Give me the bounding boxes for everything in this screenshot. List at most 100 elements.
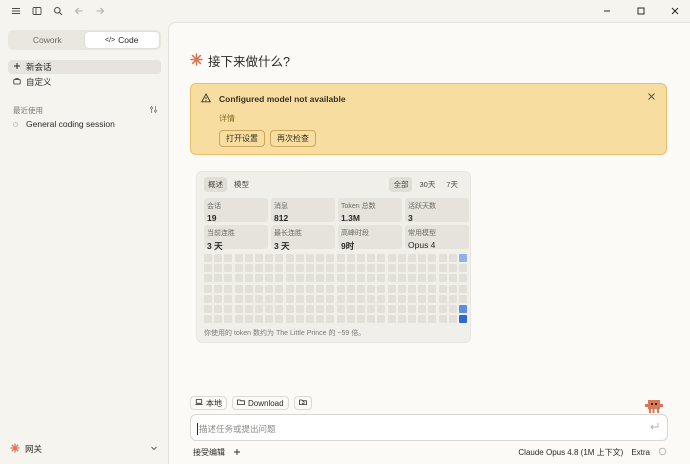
heatmap-cell — [438, 254, 447, 262]
tab-models[interactable]: 模型 — [230, 177, 253, 192]
stat-card-messages: 消息 812 — [271, 198, 335, 223]
heatmap-cell — [336, 264, 345, 273]
briefcase-icon — [13, 77, 21, 87]
tab-overview[interactable]: 概述 — [204, 177, 227, 192]
folder-chip[interactable]: Download — [232, 396, 289, 410]
heatmap-cell — [244, 264, 253, 273]
menu-icon[interactable] — [9, 4, 23, 18]
heatmap-cell — [346, 294, 355, 303]
heatmap-cell — [357, 264, 365, 273]
stat-value: Opus 4 — [408, 240, 436, 250]
heatmap-cell — [336, 294, 345, 303]
heatmap-cell — [397, 274, 406, 283]
sidebar-footer[interactable]: 网关 — [10, 443, 158, 455]
heatmap-cell — [316, 305, 325, 313]
heatmap-cell — [224, 254, 233, 262]
heatmap-cell — [326, 254, 335, 262]
add-attachment-icon[interactable] — [233, 448, 241, 458]
search-icon[interactable] — [51, 4, 65, 18]
session-status-dot — [13, 121, 18, 127]
forward-arrow-icon[interactable] — [93, 4, 107, 18]
stat-label: 活跃天数 — [408, 203, 436, 210]
context-chips: 本地 Download — [190, 396, 312, 410]
close-icon[interactable] — [668, 4, 682, 18]
heatmap-cell — [255, 254, 263, 262]
heatmap-cell — [295, 284, 304, 293]
heatmap-cell — [377, 264, 386, 273]
heatmap-cell — [377, 315, 386, 324]
stats-tabs: 概述 模型 — [204, 177, 253, 192]
heatmap-cell — [336, 315, 345, 324]
heatmap-cell — [204, 284, 212, 293]
main-panel: 接下来做什么? Configured model not available 详… — [168, 22, 690, 464]
heatmap-cell — [234, 294, 243, 303]
heatmap-cell — [224, 315, 233, 324]
stat-value: 3 天 — [274, 241, 290, 251]
banner-details-link[interactable]: 详情 — [219, 113, 235, 124]
heatmap-cell — [275, 294, 284, 303]
banner-close-icon[interactable] — [647, 92, 656, 104]
folder-refresh-chip[interactable] — [293, 396, 312, 410]
sidebar-toggle-icon[interactable] — [30, 4, 44, 18]
heatmap-cell — [316, 274, 325, 283]
stat-value: 3 — [408, 213, 413, 223]
composer-toolbar: 接受编辑 Claude Opus 4.8 (1M 上下文) Extra — [193, 447, 667, 458]
local-chip[interactable]: 本地 — [190, 396, 227, 410]
sidebar-item-new-session[interactable]: 新会话 — [8, 60, 161, 74]
chevron-down-icon — [150, 444, 158, 454]
heatmap-cell — [265, 284, 274, 293]
heatmap-cell — [438, 264, 447, 273]
accept-edits-toggle[interactable]: 接受编辑 — [193, 447, 225, 458]
heatmap-cell — [408, 254, 416, 262]
stat-card-tokens: Token 总数 1.3M — [338, 198, 402, 223]
heatmap-cell — [204, 274, 212, 283]
stat-label: Token 总数 — [341, 203, 376, 210]
heatmap-cell — [428, 294, 437, 303]
stat-label: 消息 — [274, 203, 288, 210]
tab-cowork[interactable]: Cowork — [10, 32, 85, 48]
heatmap-cell — [306, 264, 314, 273]
heatmap-cell — [428, 315, 437, 324]
heatmap-cell — [214, 264, 223, 273]
range-all[interactable]: 全部 — [389, 177, 413, 192]
send-icon[interactable] — [649, 422, 659, 434]
heatmap-cell — [255, 274, 263, 283]
recheck-button[interactable]: 再次检查 — [270, 130, 316, 147]
heatmap-cell — [316, 284, 325, 293]
minimize-icon[interactable] — [600, 4, 614, 18]
back-arrow-icon[interactable] — [72, 4, 86, 18]
effort-selector[interactable]: Extra — [631, 448, 650, 457]
open-settings-button[interactable]: 打开设置 — [219, 130, 265, 147]
range-7-days[interactable]: 7天 — [442, 177, 462, 192]
heatmap-cell — [357, 294, 365, 303]
heatmap-cell — [204, 315, 212, 324]
range-30-days[interactable]: 30天 — [415, 177, 439, 192]
prompt-composer[interactable]: 描述任务或提出问题 — [190, 414, 668, 441]
tab-cowork-label: Cowork — [32, 35, 62, 45]
recent-session-item[interactable]: General coding session — [13, 119, 115, 129]
sidebar-item-customize[interactable]: 自定义 — [8, 75, 161, 89]
heatmap-cell — [295, 305, 304, 313]
heatmap-cell — [234, 305, 243, 313]
model-selector[interactable]: Claude Opus 4.8 (1M 上下文) — [518, 447, 623, 458]
sidebar: Cowork </> Code 新会话 自定义 最近使用 General cod… — [0, 22, 168, 464]
heatmap-cell — [367, 315, 376, 324]
heatmap-cell — [397, 294, 406, 303]
heatmap-cell — [367, 274, 376, 283]
usage-stats-panel: 概述 模型 全部 30天 7天 会话 19 消息 812 Token 总数 1.… — [196, 171, 471, 343]
tab-code[interactable]: </> Code — [84, 32, 159, 48]
heatmap-cell — [265, 254, 274, 262]
folder-chip-label: Download — [248, 398, 284, 408]
recents-title: 最近使用 — [13, 106, 43, 115]
heatmap-cell — [265, 264, 274, 273]
heatmap-cell — [234, 315, 243, 324]
heatmap-cell — [275, 264, 284, 273]
heatmap-cell — [336, 305, 345, 313]
maximize-icon[interactable] — [634, 4, 648, 18]
heatmap-cell — [316, 264, 325, 273]
heatmap-cell — [285, 274, 294, 283]
prompt-input[interactable]: 描述任务或提出问题 — [197, 423, 276, 435]
heatmap-cell — [346, 305, 355, 313]
filter-icon[interactable] — [149, 105, 158, 116]
heatmap-cell — [408, 264, 416, 273]
